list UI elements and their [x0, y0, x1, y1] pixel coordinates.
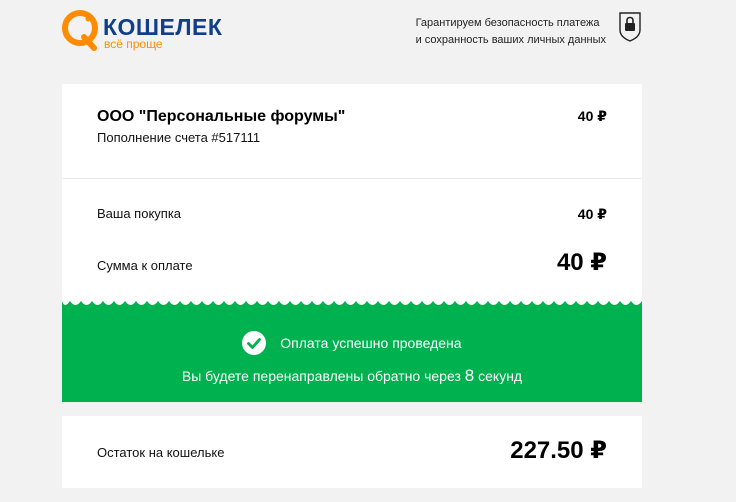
- check-circle-icon: [242, 331, 267, 355]
- purchase-amount: 40 ₽: [577, 206, 607, 222]
- redirect-notice: Вы будете перенаправлены обратно через 8…: [62, 366, 642, 386]
- security-line-1: Гарантируем безопасность платежа: [415, 17, 600, 29]
- total-label: Сумма к оплате: [97, 258, 193, 273]
- logo-tagline: всё проще: [104, 37, 163, 51]
- purchase-label: Ваша покупка: [97, 206, 182, 221]
- balance-label: Остаток на кошельке: [97, 445, 225, 460]
- redirect-suffix: секунд: [478, 368, 523, 384]
- invoice-description: Пополнение счета #517111: [97, 130, 261, 145]
- redirect-seconds: 8: [464, 366, 475, 385]
- security-notice: Гарантируем безопасность платежа и сохра…: [416, 15, 606, 49]
- payment-success-banner: Оплата успешно проведена Вы будете перен…: [62, 307, 642, 402]
- header: КОШЕЛЕК всё проще Гарантируем безопаснос…: [0, 0, 736, 60]
- redirect-prefix: Вы будете перенаправлены обратно через: [181, 368, 461, 384]
- total-amount: 40 ₽: [556, 249, 607, 276]
- lock-shield-icon: [619, 12, 641, 42]
- balance-card: Остаток на кошельке 227.50 ₽: [62, 416, 642, 488]
- divider: [62, 178, 642, 179]
- balance-amount: 227.50 ₽: [510, 437, 607, 464]
- merchant-name: ООО "Персональные форумы": [97, 108, 346, 125]
- qiwi-logo-icon: [62, 10, 98, 51]
- order-card: ООО "Персональные форумы" Пополнение сче…: [62, 84, 642, 302]
- security-line-2: и сохранность ваших личных данных: [415, 34, 606, 46]
- order-amount: 40 ₽: [577, 108, 607, 124]
- success-message: Оплата успешно проведена: [280, 335, 462, 351]
- qiwi-logo[interactable]: КОШЕЛЕК всё проще: [62, 9, 222, 55]
